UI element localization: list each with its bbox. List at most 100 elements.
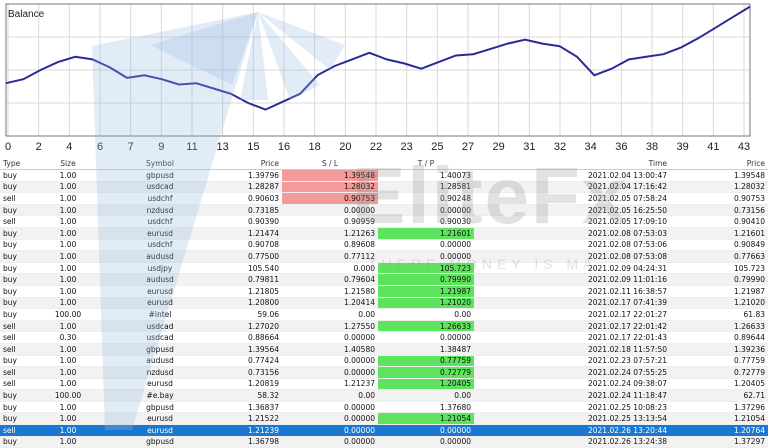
cell-close-price: 61.83	[670, 308, 768, 321]
cell-price: 1.21239	[220, 424, 282, 437]
col-header-symbol[interactable]: Symbol	[100, 158, 220, 170]
cell-symbol: eurusd	[100, 424, 220, 437]
cell-type: buy	[0, 308, 36, 321]
cell-type: buy	[0, 239, 36, 252]
cell-sl: 0.000	[282, 262, 378, 275]
col-header-time[interactable]: Time	[474, 158, 670, 170]
table-row[interactable]: sell 1.00 usdchf 0.90390 0.90959 0.90030 2021.…	[0, 215, 768, 228]
cell-price: 0.73185	[220, 204, 282, 217]
cell-close-price: 1.39548	[670, 169, 768, 182]
table-row[interactable]: buy 1.00 usdchf 0.90708 0.89608 0.00000 2021.0…	[0, 239, 768, 252]
cell-tp: 0.00000	[378, 250, 474, 263]
col-header-size[interactable]: Size	[36, 158, 100, 170]
cell-time: 2021.02.26 13:20:44	[474, 424, 670, 437]
cell-close-price: 0.72779	[670, 366, 768, 379]
table-row[interactable]: buy 1.00 eurusd 1.21805 1.21580 1.21987 2021.0…	[0, 285, 768, 298]
table-row[interactable]: sell 1.00 eurusd 1.20819 1.21237 1.20405 2021.…	[0, 378, 768, 391]
x-tick-label: 43	[738, 141, 750, 153]
table-row[interactable]: buy 1.00 audusd 0.79811 0.79604 0.79990 2021.0…	[0, 273, 768, 286]
cell-time: 2021.02.18 11:57:50	[474, 343, 670, 356]
table-row[interactable]: buy 1.00 nzdusd 0.73185 0.00000 0.00000 2021.0…	[0, 204, 768, 217]
table-row[interactable]: sell 1.00 gbpusd 1.39564 1.40580 1.38487 2021.…	[0, 343, 768, 356]
col-header-price[interactable]: Price	[220, 158, 282, 170]
cell-symbol: eurusd	[100, 412, 220, 426]
table-row[interactable]: buy 1.00 gbpusd 1.36837 0.00000 1.37680 2021.0…	[0, 401, 768, 414]
table-row[interactable]: buy 1.00 eurusd 1.21474 1.21263 1.21601 2021.0…	[0, 227, 768, 240]
table-row[interactable]: sell 0.30 usdcad 0.88664 0.00000 0.00000 2021.…	[0, 331, 768, 344]
cell-symbol: eurusd	[100, 297, 220, 310]
cell-size: 1.00	[36, 343, 100, 356]
x-tick-label: 27	[462, 141, 474, 153]
cell-sl: 1.39548	[282, 169, 378, 182]
cell-symbol: nzdusd	[100, 366, 220, 379]
cell-size: 1.00	[36, 262, 100, 275]
table-row[interactable]: sell 1.00 usdcad 1.27020 1.27550 1.26633 2021.…	[0, 320, 768, 333]
cell-symbol: gbpusd	[100, 169, 220, 182]
cell-time: 2021.02.09 04:24:31	[474, 262, 670, 275]
cell-symbol: usdcad	[100, 331, 220, 344]
x-tick-label: 16	[278, 141, 290, 153]
cell-tp: 1.21987	[378, 285, 474, 298]
cell-close-price: 1.21020	[670, 297, 768, 310]
cell-price: 105.540	[220, 262, 282, 275]
table-row[interactable]: buy 1.00 audusd 0.77424 0.00000 0.77759 2021.0…	[0, 355, 768, 368]
x-tick-label: 25	[431, 141, 443, 153]
cell-tp: 1.38487	[378, 343, 474, 356]
cell-sl: 1.27550	[282, 320, 378, 333]
cell-time: 2021.02.11 16:38:57	[474, 285, 670, 298]
col-header-tp[interactable]: T / P	[378, 158, 474, 170]
cell-close-price: 1.37297	[670, 436, 768, 448]
cell-sl: 0.00000	[282, 412, 378, 426]
table-row[interactable]: sell 1.00 eurusd 1.21239 0.00000 0.00000 2021.…	[0, 424, 768, 437]
table-row[interactable]: sell 1.00 nzdusd 0.73156 0.00000 0.72779 2021.…	[0, 366, 768, 379]
cell-time: 2021.02.25 10:08:23	[474, 401, 670, 414]
cell-symbol: eurusd	[100, 378, 220, 391]
cell-symbol: eurusd	[100, 227, 220, 240]
cell-sl: 0.00000	[282, 424, 378, 437]
cell-symbol: usdchf	[100, 239, 220, 252]
cell-price: 1.20800	[220, 297, 282, 310]
table-row[interactable]: buy 1.00 eurusd 1.21522 0.00000 1.21054 2021.0…	[0, 412, 768, 426]
table-row[interactable]: buy 1.00 gbpusd 1.39796 1.39548 1.40073 2021.0…	[0, 169, 768, 182]
cell-size: 1.00	[36, 169, 100, 182]
table-row[interactable]: buy 1.00 eurusd 1.20800 1.20414 1.21020 2021.0…	[0, 297, 768, 310]
table-row[interactable]: buy 1.00 usdjpy 105.540 0.000 105.723 2021.02.…	[0, 262, 768, 275]
cell-price: 0.73156	[220, 366, 282, 379]
cell-sl: 1.20414	[282, 297, 378, 310]
cell-tp: 0.90030	[378, 215, 474, 228]
cell-time: 2021.02.26 13:24:38	[474, 436, 670, 448]
cell-symbol: audusd	[100, 250, 220, 263]
cell-type: buy	[0, 389, 36, 402]
x-tick-label: 22	[370, 141, 382, 153]
cell-tp: 1.40073	[378, 169, 474, 182]
cell-price: 0.90390	[220, 215, 282, 228]
table-row[interactable]: buy 1.00 gbpusd 1.36798 0.00000 0.00000 2021.0…	[0, 436, 768, 448]
cell-size: 100.00	[36, 308, 100, 321]
table-row[interactable]: buy 100.00 #intel 59.06 0.00 0.00 2021.02.17 2…	[0, 308, 768, 321]
cell-symbol: usdchf	[100, 215, 220, 228]
cell-size: 1.00	[36, 250, 100, 263]
x-tick-label: 9	[158, 141, 164, 153]
x-tick-label: 13	[217, 141, 229, 153]
table-row[interactable]: buy 1.00 audusd 0.77500 0.77112 0.00000 2021.0…	[0, 250, 768, 263]
cell-type: buy	[0, 227, 36, 240]
cell-size: 1.00	[36, 424, 100, 437]
cell-size: 100.00	[36, 389, 100, 402]
cell-sl: 0.00000	[282, 355, 378, 368]
cell-type: buy	[0, 285, 36, 298]
cell-price: 59.06	[220, 308, 282, 321]
cell-tp: 105.723	[378, 262, 474, 275]
table-row[interactable]: buy 100.00 #e.bay 58.32 0.00 0.00 2021.02.24 1…	[0, 389, 768, 402]
cell-tp: 0.79990	[378, 273, 474, 286]
cell-type: buy	[0, 273, 36, 286]
cell-sl: 1.21237	[282, 378, 378, 391]
x-tick-label: 7	[128, 141, 134, 153]
cell-price: 1.27020	[220, 320, 282, 333]
table-row[interactable]: sell 1.00 usdchf 0.90603 0.90753 0.90248 2021.…	[0, 192, 768, 205]
col-header-close-price[interactable]: Price	[670, 158, 768, 170]
col-header-type[interactable]: Type	[0, 158, 36, 170]
table-row[interactable]: buy 1.00 usdcad 1.28287 1.28032 1.28581 2021.0…	[0, 181, 768, 194]
col-header-sl[interactable]: S / L	[282, 158, 378, 170]
cell-symbol: audusd	[100, 273, 220, 286]
cell-time: 2021.02.23 07:57:21	[474, 355, 670, 368]
